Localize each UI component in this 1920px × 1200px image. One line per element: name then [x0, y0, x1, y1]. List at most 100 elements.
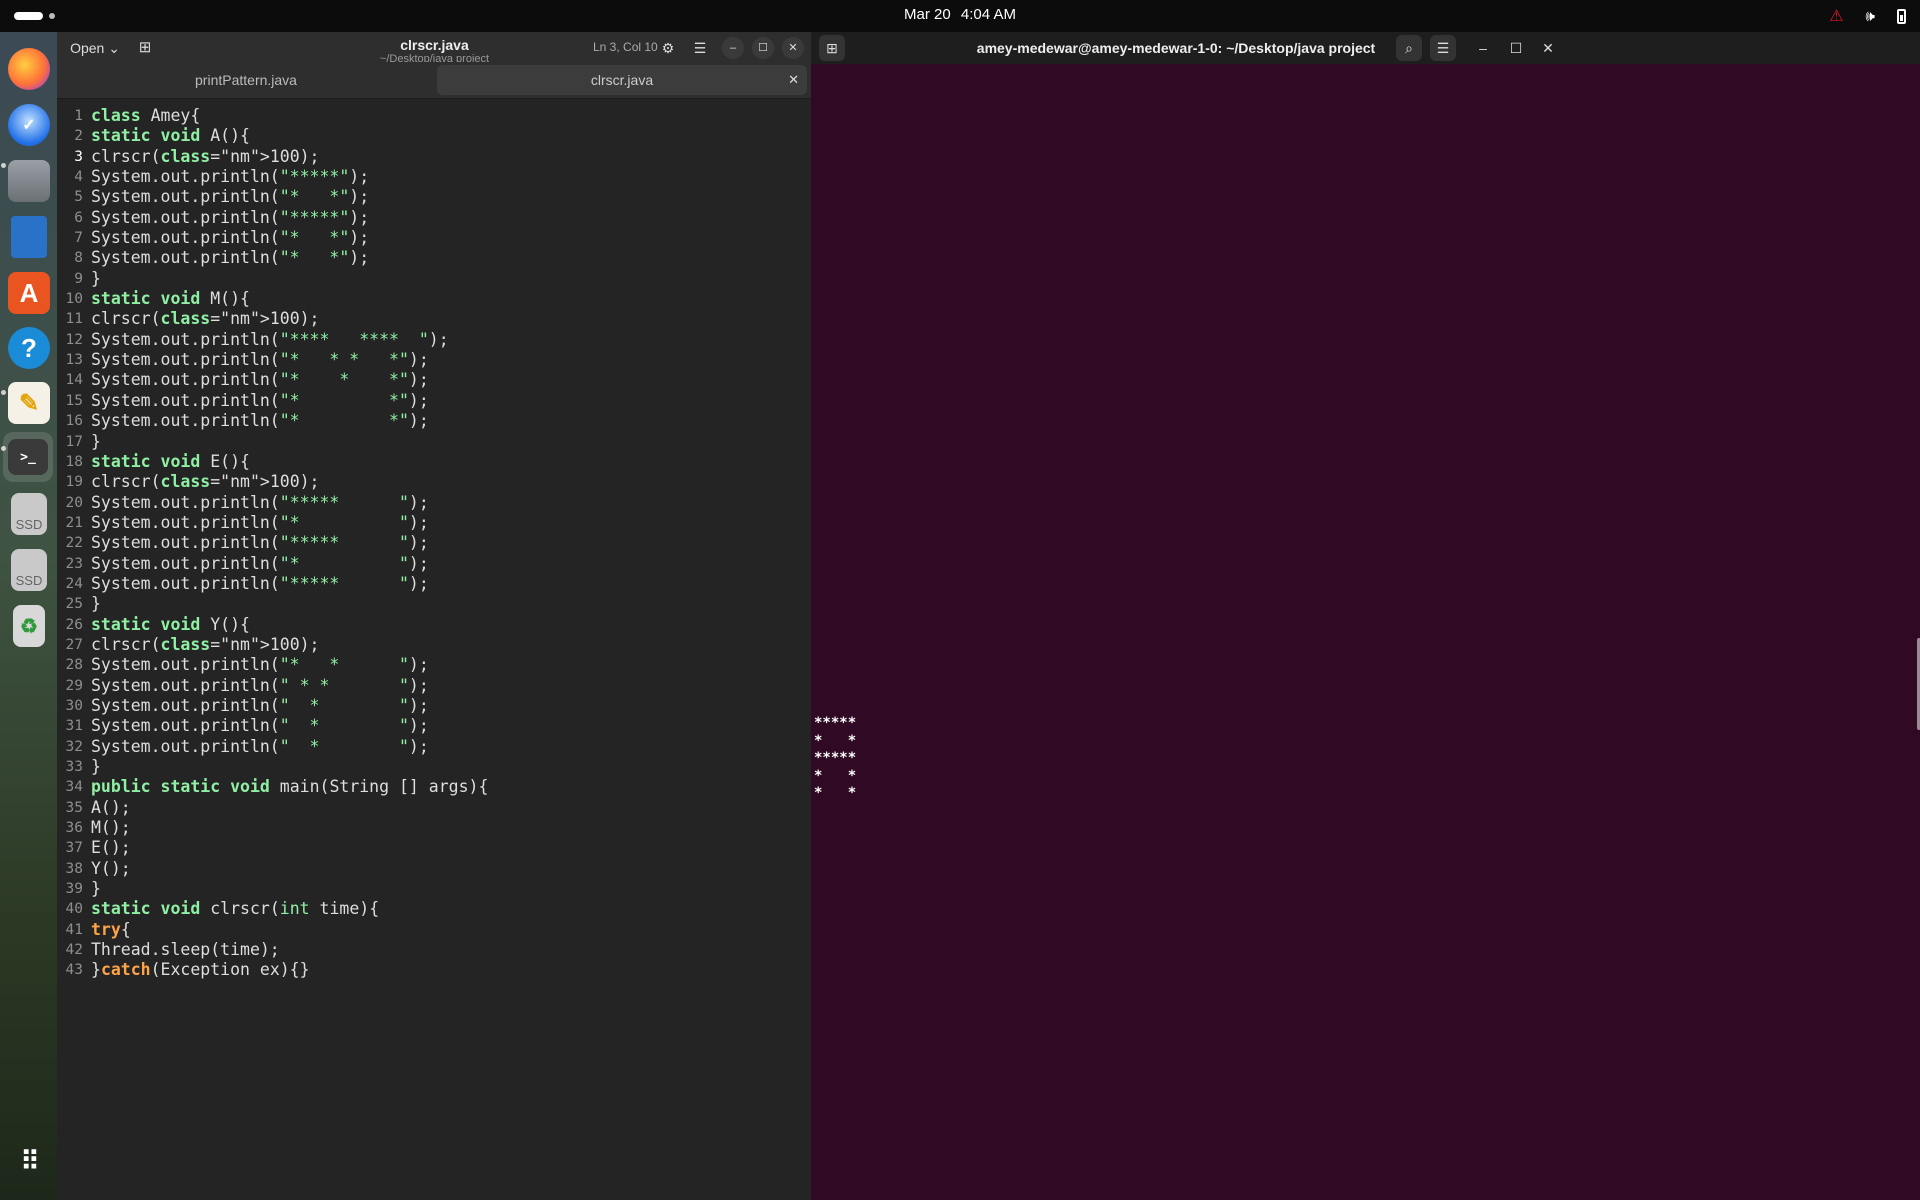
text-editor-window: Open ⌄ ⊞ clrscr.java ~/Desktop/java proj…: [57, 32, 811, 1200]
code-line[interactable]: 35 A();: [57, 798, 811, 818]
firefox-launcher[interactable]: [6, 46, 52, 92]
help-launcher[interactable]: ?: [6, 325, 52, 371]
code-line[interactable]: 34 public static void main(String [] args…: [57, 777, 811, 797]
code-line[interactable]: 3 clrscr(class="nm">100);: [57, 147, 811, 167]
code-line[interactable]: 41 try{: [57, 920, 811, 940]
files-icon: [8, 160, 50, 202]
terminal-close-button[interactable]: ✕: [1535, 35, 1561, 61]
open-button[interactable]: Open ⌄: [67, 36, 123, 60]
new-document-button[interactable]: ⊞: [133, 36, 157, 60]
code-line[interactable]: 19 clrscr(class="nm">100);: [57, 472, 811, 492]
code-line[interactable]: 1 class Amey{: [57, 106, 811, 126]
code-line[interactable]: 8 System.out.println("* *");: [57, 248, 811, 268]
code-line[interactable]: 32 System.out.println(" * ");: [57, 737, 811, 757]
code-line[interactable]: 20 System.out.println("***** ");: [57, 493, 811, 513]
code-text: System.out.println(" * ");: [91, 695, 429, 715]
code-line[interactable]: 39}: [57, 879, 811, 899]
files-launcher[interactable]: [6, 158, 52, 204]
line-number: 34: [65, 779, 83, 796]
thunderbird-launcher[interactable]: ✓: [6, 102, 52, 148]
text-editor-launcher[interactable]: ✎: [6, 380, 52, 426]
volume-icon[interactable]: 🕪: [1866, 8, 1875, 25]
code-line[interactable]: 29 System.out.println(" * * ");: [57, 676, 811, 696]
writer-launcher[interactable]: [6, 214, 52, 260]
new-terminal-tab-button[interactable]: ⊞: [819, 35, 845, 61]
code-line[interactable]: 16 System.out.println("* *");: [57, 411, 811, 431]
app-center-launcher[interactable]: A: [6, 270, 52, 316]
line-number: 22: [65, 535, 83, 552]
show-apps-button[interactable]: ⠿: [6, 1138, 52, 1184]
minimize-button[interactable]: –: [722, 37, 744, 59]
cursor-position[interactable]: Ln 3, Col 10: [593, 40, 658, 54]
code-text: System.out.println("* *");: [91, 228, 370, 248]
code-line[interactable]: 10 static void M(){: [57, 289, 811, 309]
terminal-menu-button[interactable]: ☰: [1430, 35, 1456, 61]
line-number: 28: [65, 657, 83, 674]
terminal-maximize-button[interactable]: ☐: [1503, 35, 1529, 61]
code-line[interactable]: 43}catch(Exception ex){}: [57, 960, 811, 980]
line-number: 5: [74, 189, 83, 206]
line-number: 31: [65, 718, 83, 735]
warning-icon[interactable]: ⚠: [1829, 6, 1843, 26]
ssd-drive-1[interactable]: SSD: [6, 491, 52, 537]
code-line[interactable]: 26 static void Y(){: [57, 615, 811, 635]
code-line[interactable]: 18 static void E(){: [57, 452, 811, 472]
line-number: 43: [65, 962, 83, 979]
clock[interactable]: Mar 20 4:04 AM: [0, 6, 1920, 23]
code-line[interactable]: 21 System.out.println("* ");: [57, 513, 811, 533]
code-line[interactable]: 36 M();: [57, 818, 811, 838]
main-menu-button[interactable]: ☰: [689, 37, 711, 59]
code-line[interactable]: 6 System.out.println("*****");: [57, 208, 811, 228]
battery-icon[interactable]: [1897, 8, 1906, 24]
close-button[interactable]: ✕: [782, 37, 804, 59]
code-line[interactable]: 28 System.out.println("* * ");: [57, 655, 811, 675]
tab-printpattern[interactable]: printPattern.java: [61, 65, 431, 95]
code-line[interactable]: 9}: [57, 269, 811, 289]
code-line[interactable]: 11 clrscr(class="nm">100);: [57, 309, 811, 329]
code-line[interactable]: 27 clrscr(class="nm">100);: [57, 635, 811, 655]
close-icon[interactable]: ✕: [788, 65, 799, 95]
code-line[interactable]: 14 System.out.println("* * *");: [57, 370, 811, 390]
code-line[interactable]: 25}: [57, 594, 811, 614]
trash-launcher[interactable]: ♻: [6, 603, 52, 649]
code-line[interactable]: 13 System.out.println("* * * *");: [57, 350, 811, 370]
code-line[interactable]: 15 System.out.println("* *");: [57, 391, 811, 411]
app-center-icon: A: [8, 272, 50, 314]
line-number: 16: [65, 413, 83, 430]
code-line[interactable]: 12 System.out.println("**** **** ");: [57, 330, 811, 350]
code-line[interactable]: 22 System.out.println("***** ");: [57, 533, 811, 553]
top-bar: Mar 20 4:04 AM ⚠ 🕪: [0, 0, 1920, 32]
tab-clrscr[interactable]: clrscr.java ✕: [437, 65, 807, 95]
terminal-minimize-button[interactable]: –: [1470, 35, 1496, 61]
hamburger-menu-icon: ☰: [693, 40, 707, 56]
ssd-drive-2[interactable]: SSD: [6, 547, 52, 593]
code-line[interactable]: 5 System.out.println("* *");: [57, 187, 811, 207]
system-tray[interactable]: ⚠ 🕪: [1829, 6, 1906, 26]
terminal-search-button[interactable]: ⌕: [1396, 35, 1422, 61]
code-line[interactable]: 23 System.out.println("* ");: [57, 554, 811, 574]
code-line[interactable]: 24 System.out.println("***** ");: [57, 574, 811, 594]
code-line[interactable]: 33}: [57, 757, 811, 777]
code-text: System.out.println("***** ");: [91, 533, 429, 553]
code-line[interactable]: 31 System.out.println(" * ");: [57, 716, 811, 736]
settings-button[interactable]: ⚙: [657, 37, 679, 59]
minimize-icon: –: [729, 42, 737, 54]
code-line[interactable]: 37 E();: [57, 838, 811, 858]
line-number: 21: [65, 514, 83, 531]
code-line[interactable]: 2 static void A(){: [57, 126, 811, 146]
code-line[interactable]: 30 System.out.println(" * ");: [57, 696, 811, 716]
code-text: static void E(){: [91, 451, 250, 471]
code-line[interactable]: 17}: [57, 432, 811, 452]
code-line[interactable]: 4 System.out.println("*****");: [57, 167, 811, 187]
code-view[interactable]: 1 class Amey{2 static void A(){3 clrscr(cla…: [57, 106, 811, 1200]
code-line[interactable]: 40 static void clrscr(int time){: [57, 899, 811, 919]
code-line[interactable]: 38 Y();: [57, 859, 811, 879]
line-number: 26: [65, 616, 83, 633]
editor-tab-bar: printPattern.java clrscr.java ✕: [57, 62, 811, 99]
code-text: static void Y(){: [91, 614, 250, 634]
terminal-launcher[interactable]: >_: [3, 432, 53, 482]
terminal-window[interactable]: ⊞ amey-medewar@amey-medewar-1-0: ~/Deskt…: [811, 32, 1920, 1200]
code-line[interactable]: 42 Thread.sleep(time);: [57, 940, 811, 960]
code-line[interactable]: 7 System.out.println("* *");: [57, 228, 811, 248]
maximize-button[interactable]: ☐: [752, 37, 774, 59]
